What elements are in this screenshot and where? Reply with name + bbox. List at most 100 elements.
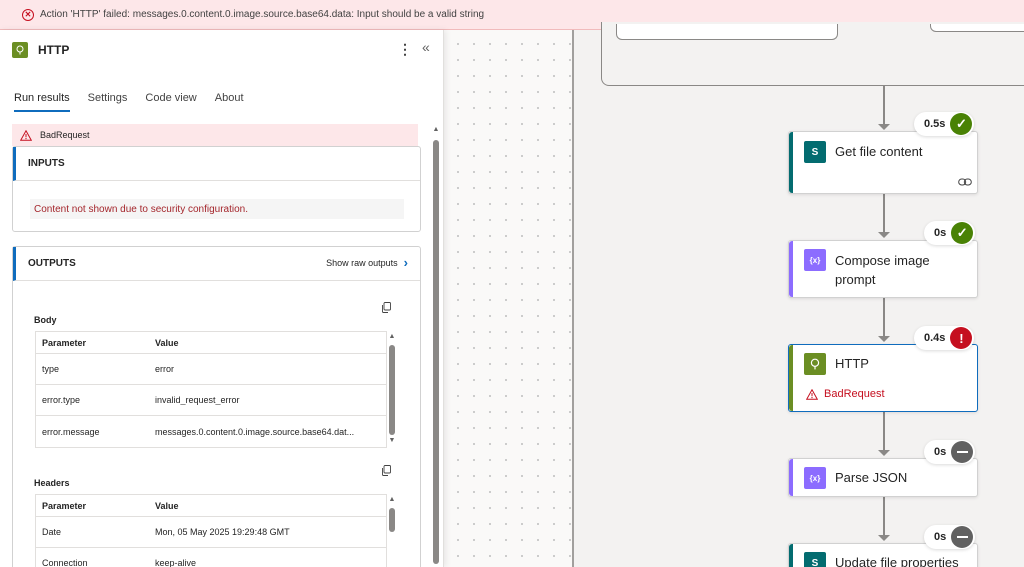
flow-connector xyxy=(883,298,885,336)
flow-connector xyxy=(883,412,885,450)
panel-tabs: Run results Settings Code view About xyxy=(14,92,244,112)
node-title-line-1: Compose image xyxy=(835,253,930,268)
scroll-thumb[interactable] xyxy=(433,140,439,564)
value-cell: messages.0.content.0.image.source.base64… xyxy=(155,426,355,437)
connector-arrow-icon xyxy=(878,232,890,238)
compose-icon: {x} xyxy=(804,249,826,271)
parse-json-icon: {x} xyxy=(804,467,826,489)
scroll-thumb[interactable] xyxy=(389,345,395,435)
duration-label: 0s xyxy=(934,446,947,458)
table-header-row: Parameter Value xyxy=(36,495,386,517)
scroll-up-icon[interactable]: ▲ xyxy=(432,126,440,134)
flow-node-get-file-content[interactable]: S Get file content xyxy=(788,131,978,194)
table-row: Connection keep-alive xyxy=(36,548,386,567)
http-icon xyxy=(12,42,28,58)
run-status-badge: 0.4s ! xyxy=(914,326,975,350)
duration-label: 0.4s xyxy=(924,332,946,344)
param-cell: Date xyxy=(42,527,62,537)
flow-node-compose-image-prompt[interactable]: {x} Compose image prompt xyxy=(788,240,978,298)
connector-arrow-icon xyxy=(878,124,890,130)
scroll-down-icon[interactable]: ▼ xyxy=(388,437,396,445)
table-row: error.type invalid_request_error xyxy=(36,385,386,416)
run-status-badge: 0.5s ✓ xyxy=(914,112,975,136)
panel-scrollbar[interactable]: ▲ xyxy=(432,126,440,567)
node-accent-bar xyxy=(789,132,793,193)
tab-code-view[interactable]: Code view xyxy=(145,92,196,112)
http-icon xyxy=(804,353,826,375)
designer-canvas-grid xyxy=(444,30,572,567)
scroll-up-icon[interactable]: ▲ xyxy=(388,333,396,341)
show-raw-outputs-label: Show raw outputs xyxy=(326,258,398,268)
node-error-label: BadRequest xyxy=(824,388,885,400)
run-status-badge: 0s ✓ xyxy=(924,221,976,245)
body-label: Body xyxy=(34,315,57,325)
warning-icon xyxy=(806,388,818,400)
error-circle-icon: ✕ xyxy=(22,8,34,21)
status-bar: BadRequest xyxy=(12,124,418,146)
scope-branch-card xyxy=(616,24,838,40)
flow-node-http[interactable]: HTTP xyxy=(788,344,978,412)
scroll-thumb[interactable] xyxy=(389,508,395,532)
tab-run-results[interactable]: Run results xyxy=(14,92,70,112)
node-title: HTTP xyxy=(835,356,869,371)
duration-label: 0s xyxy=(934,227,947,239)
sharepoint-icon: S xyxy=(804,141,826,163)
node-accent-bar xyxy=(789,345,793,411)
flow-connector xyxy=(883,86,885,124)
node-title: Get file content xyxy=(835,144,923,159)
value-cell: keep-alive xyxy=(155,558,197,567)
connector-arrow-icon xyxy=(878,336,890,342)
connector-arrow-icon xyxy=(878,450,890,456)
tab-about[interactable]: About xyxy=(215,92,244,112)
panel-title: HTTP xyxy=(38,43,70,57)
sharepoint-icon: S xyxy=(804,552,826,567)
success-check-icon: ✓ xyxy=(950,113,973,135)
node-error: BadRequest xyxy=(806,388,885,400)
node-title: Update file properties xyxy=(835,555,959,567)
security-message: Content not shown due to security config… xyxy=(30,199,404,219)
copy-icon[interactable] xyxy=(381,302,391,313)
value-cell: Mon, 05 May 2025 19:29:48 GMT xyxy=(155,527,290,537)
headers-label: Headers xyxy=(34,478,70,488)
run-status-badge: 0s xyxy=(924,440,976,464)
flow-connector xyxy=(883,194,885,232)
param-cell: error.type xyxy=(42,395,81,405)
connector-arrow-icon xyxy=(878,535,890,541)
node-title: Parse JSON xyxy=(835,470,908,485)
value-cell: invalid_request_error xyxy=(155,395,240,405)
table-header-row: Parameter Value xyxy=(36,332,386,354)
column-header: Value xyxy=(155,337,179,348)
outputs-heading: OUTPUTS Show raw outputs › xyxy=(13,247,420,281)
scope-branch-card xyxy=(930,24,1024,32)
success-check-icon: ✓ xyxy=(951,222,974,244)
error-banner-message: Action 'HTTP' failed: messages.0.content… xyxy=(40,9,485,20)
more-vertical-icon[interactable]: ⋮ xyxy=(398,42,412,56)
node-accent-bar xyxy=(789,241,793,297)
inputs-card: INPUTS Content not shown due to security… xyxy=(12,146,421,232)
duration-label: 0s xyxy=(934,531,947,543)
outputs-title: OUTPUTS xyxy=(28,258,76,269)
param-cell: type xyxy=(42,364,60,374)
column-header: Value xyxy=(155,500,179,511)
body-table-scrollbar[interactable]: ▲ ▼ xyxy=(388,333,396,447)
outputs-card: OUTPUTS Show raw outputs › Body Paramete… xyxy=(12,246,421,567)
copy-icon[interactable] xyxy=(381,465,391,476)
headers-table-scrollbar[interactable]: ▲ xyxy=(388,496,396,567)
skipped-icon xyxy=(951,526,974,548)
param-cell: error.message xyxy=(42,426,100,437)
status-text: BadRequest xyxy=(40,130,90,140)
tab-settings[interactable]: Settings xyxy=(88,92,128,112)
show-raw-outputs-button[interactable]: Show raw outputs › xyxy=(326,256,408,269)
table-row: Date Mon, 05 May 2025 19:29:48 GMT xyxy=(36,517,386,548)
headers-table: Parameter Value Date Mon, 05 May 2025 19… xyxy=(35,494,387,567)
skipped-icon xyxy=(951,441,974,463)
param-cell: Connection xyxy=(42,558,88,567)
link-icon[interactable] xyxy=(958,178,972,186)
body-table: Parameter Value type error error.type in… xyxy=(35,331,387,448)
double-chevron-left-icon[interactable]: « xyxy=(422,40,430,54)
panel-header: HTTP xyxy=(12,42,69,58)
scroll-up-icon[interactable]: ▲ xyxy=(388,496,396,504)
error-exclamation-icon: ! xyxy=(950,327,973,349)
column-header: Parameter xyxy=(42,337,87,348)
inputs-title: INPUTS xyxy=(28,158,65,169)
